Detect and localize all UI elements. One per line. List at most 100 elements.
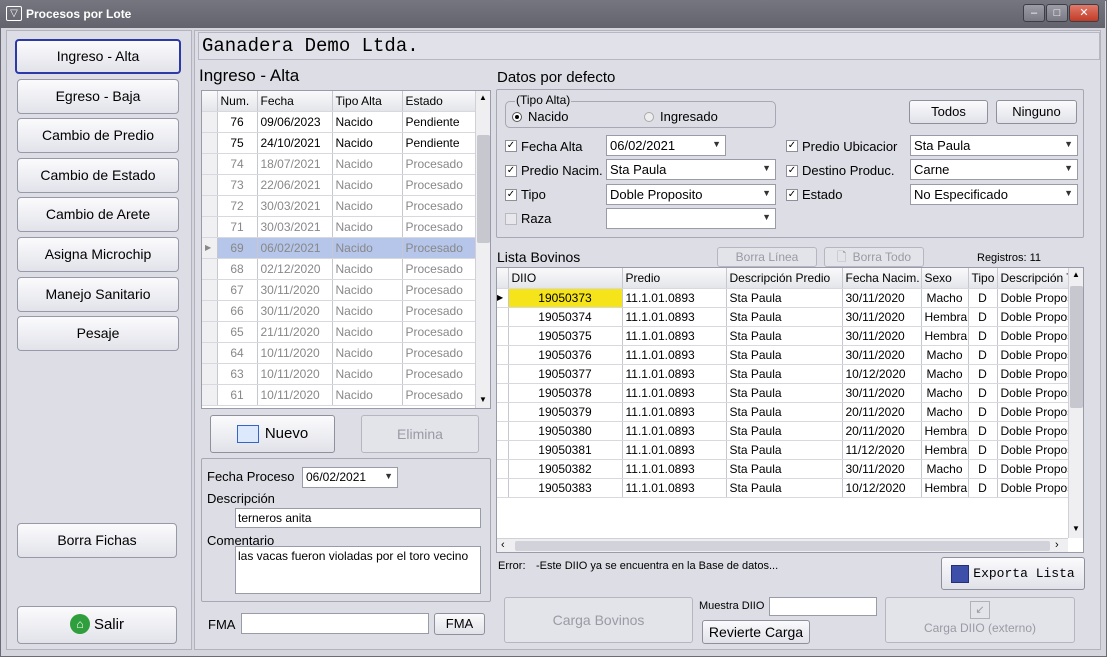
bovinos-vscroll-thumb[interactable] (1070, 286, 1083, 408)
lotes-cell: 66 (217, 300, 258, 322)
radio-ingresado[interactable] (644, 112, 654, 122)
bovinos-col-header[interactable]: Descripción T (997, 268, 1069, 289)
lotes-cell: 74 (217, 153, 258, 175)
nuevo-button[interactable]: Nuevo (210, 415, 335, 453)
borra-linea-button[interactable]: Borra Línea (717, 247, 817, 267)
tipo-checkbox[interactable]: ✓ (505, 189, 517, 201)
carga-diio-button[interactable]: ↙ Carga DIIO (externo) (885, 597, 1075, 643)
fecha-alta-checkbox[interactable]: ✓ (505, 140, 517, 152)
estado-select[interactable]: No Especificado ▼ (910, 184, 1078, 205)
muestra-diio-input[interactable] (769, 597, 877, 616)
table-row[interactable]: 19050378 11.1.01.0893 Sta Paula 30/11/2020 M… (497, 383, 1069, 403)
scroll-down-icon[interactable]: ▼ (1072, 524, 1080, 533)
lotes-col-header[interactable]: Fecha (257, 91, 333, 112)
bovinos-col-header[interactable]: Tipo (968, 268, 998, 289)
fecha-proceso-label: Fecha Proceso (207, 469, 295, 484)
bovinos-hscroll-thumb[interactable] (515, 541, 1050, 551)
table-row[interactable]: 63 10/11/2020 Nacido Procesado (202, 363, 476, 385)
ninguno-button[interactable]: Ninguno (996, 100, 1077, 124)
menu-item-ingreso-alta[interactable]: Ingreso - Alta (15, 39, 181, 74)
raza-select[interactable]: ▼ (606, 208, 776, 229)
bovinos-hscrollbar[interactable]: ‹ › (497, 538, 1068, 552)
table-row[interactable]: 71 30/03/2021 Nacido Procesado (202, 216, 476, 238)
estado-checkbox[interactable]: ✓ (786, 189, 798, 201)
borra-fichas-button[interactable]: Borra Fichas (17, 523, 177, 558)
scroll-right-icon[interactable]: › (1055, 539, 1059, 551)
comentario-textarea[interactable]: las vacas fueron violadas por el toro ve… (235, 546, 481, 594)
table-row[interactable]: 19050381 11.1.01.0893 Sta Paula 11/12/2020 H… (497, 440, 1069, 460)
table-row[interactable]: 19050382 11.1.01.0893 Sta Paula 30/11/2020 M… (497, 459, 1069, 479)
table-row[interactable]: 74 18/07/2021 Nacido Procesado (202, 153, 476, 175)
menu-item-manejo-sanitario[interactable]: Manejo Sanitario (17, 276, 179, 312)
menu-item-cambio-de-estado[interactable]: Cambio de Estado (17, 157, 179, 193)
table-row[interactable]: 19050380 11.1.01.0893 Sta Paula 20/11/2020 H… (497, 421, 1069, 441)
lotes-scroll-thumb[interactable] (477, 135, 490, 243)
table-row[interactable]: 76 09/06/2023 Nacido Pendiente (202, 111, 476, 133)
carga-bovinos-button[interactable]: Carga Bovinos (504, 597, 693, 643)
fma-button[interactable]: FMA (434, 613, 485, 635)
todos-button[interactable]: Todos (909, 100, 988, 124)
bovinos-title: Lista Bovinos (497, 249, 581, 265)
menu-item-pesaje[interactable]: Pesaje (17, 316, 179, 352)
table-row[interactable]: 65 21/11/2020 Nacido Procesado (202, 321, 476, 343)
menu-item-cambio-de-predio[interactable]: Cambio de Predio (17, 118, 179, 154)
table-row[interactable]: 68 02/12/2020 Nacido Procesado (202, 258, 476, 280)
table-row[interactable]: 72 30/03/2021 Nacido Procesado (202, 195, 476, 217)
predio-nacim-select[interactable]: Sta Paula ▼ (606, 159, 776, 180)
scroll-down-icon[interactable]: ▼ (479, 395, 487, 404)
table-row[interactable]: 19050383 11.1.01.0893 Sta Paula 10/12/2020 H… (497, 478, 1069, 498)
menu-item-egreso-baja[interactable]: Egreso - Baja (17, 78, 179, 114)
table-row[interactable]: 19050374 11.1.01.0893 Sta Paula 30/11/2020 H… (497, 307, 1069, 327)
table-row[interactable]: 61 10/11/2020 Nacido Procesado (202, 384, 476, 406)
lotes-cell: 75 (217, 132, 258, 154)
elimina-button[interactable]: Elimina (361, 415, 479, 453)
radio-nacido[interactable] (512, 112, 522, 122)
predio-ubic-checkbox[interactable]: ✓ (786, 140, 798, 152)
table-row[interactable]: 19050379 11.1.01.0893 Sta Paula 20/11/2020 M… (497, 402, 1069, 422)
predio-ubic-select[interactable]: Sta Paula ▼ (910, 135, 1078, 156)
bovinos-col-header[interactable]: Fecha Nacim. (842, 268, 922, 289)
maximize-button[interactable]: □ (1046, 4, 1068, 22)
bovinos-col-header[interactable]: Descripción Predio (726, 268, 843, 289)
tipo-value: Doble Proposito (610, 187, 703, 202)
table-row[interactable]: ▶ 19050373 11.1.01.0893 Sta Paula 30/11/2020… (497, 288, 1069, 308)
scroll-up-icon[interactable]: ▲ (1072, 270, 1080, 279)
table-row[interactable]: 75 24/10/2021 Nacido Pendiente (202, 132, 476, 154)
table-row[interactable]: 67 30/11/2020 Nacido Procesado (202, 279, 476, 301)
lotes-scrollbar[interactable]: ▲ ▼ (475, 91, 490, 408)
bovinos-col-header[interactable]: Predio (622, 268, 727, 289)
tipo-select[interactable]: Doble Proposito ▼ (606, 184, 776, 205)
menu-item-cambio-de-arete[interactable]: Cambio de Arete (17, 197, 179, 233)
bovinos-col-header[interactable]: Sexo (921, 268, 969, 289)
table-row[interactable]: 19050375 11.1.01.0893 Sta Paula 30/11/2020 H… (497, 326, 1069, 346)
destino-select[interactable]: Carne ▼ (910, 159, 1078, 180)
scroll-left-icon[interactable]: ‹ (501, 539, 505, 551)
fecha-alta-picker[interactable]: 06/02/2021 ▼ (606, 135, 726, 156)
table-row[interactable]: 64 10/11/2020 Nacido Procesado (202, 342, 476, 364)
revierte-carga-button[interactable]: Revierte Carga (702, 620, 810, 644)
close-button[interactable]: ✕ (1069, 4, 1099, 22)
table-row[interactable]: 19050376 11.1.01.0893 Sta Paula 30/11/2020 M… (497, 345, 1069, 365)
table-row[interactable]: 73 22/06/2021 Nacido Procesado (202, 174, 476, 196)
minimize-button[interactable]: – (1023, 4, 1045, 22)
save-icon (951, 564, 970, 583)
predio-nacim-checkbox[interactable]: ✓ (505, 165, 517, 177)
lotes-col-header[interactable]: Estado (402, 91, 476, 112)
fecha-proceso-picker[interactable]: 06/02/2021 ▼ (302, 467, 398, 488)
bovinos-vscrollbar[interactable]: ▲ ▼ (1068, 268, 1083, 538)
descripcion-input[interactable]: terneros anita (235, 508, 481, 528)
lotes-col-header[interactable]: Tipo Alta (332, 91, 403, 112)
raza-checkbox[interactable] (505, 213, 517, 225)
bovinos-col-header[interactable]: DIIO (508, 268, 623, 289)
exporta-lista-button[interactable]: Exporta Lista (941, 557, 1085, 590)
table-row[interactable]: ▶ 69 06/02/2021 Nacido Procesado (202, 237, 476, 259)
table-row[interactable]: 66 30/11/2020 Nacido Procesado (202, 300, 476, 322)
table-row[interactable]: 19050377 11.1.01.0893 Sta Paula 10/12/2020 M… (497, 364, 1069, 384)
salir-button[interactable]: ⌂ Salir (17, 606, 177, 644)
destino-checkbox[interactable]: ✓ (786, 165, 798, 177)
fma-input[interactable] (241, 613, 429, 634)
borra-todo-button[interactable]: 🗋 Borra Todo (824, 247, 924, 267)
scroll-up-icon[interactable]: ▲ (479, 93, 487, 102)
menu-item-asigna-microchip[interactable]: Asigna Microchip (17, 237, 179, 272)
lotes-col-header[interactable]: Num. (217, 91, 258, 112)
